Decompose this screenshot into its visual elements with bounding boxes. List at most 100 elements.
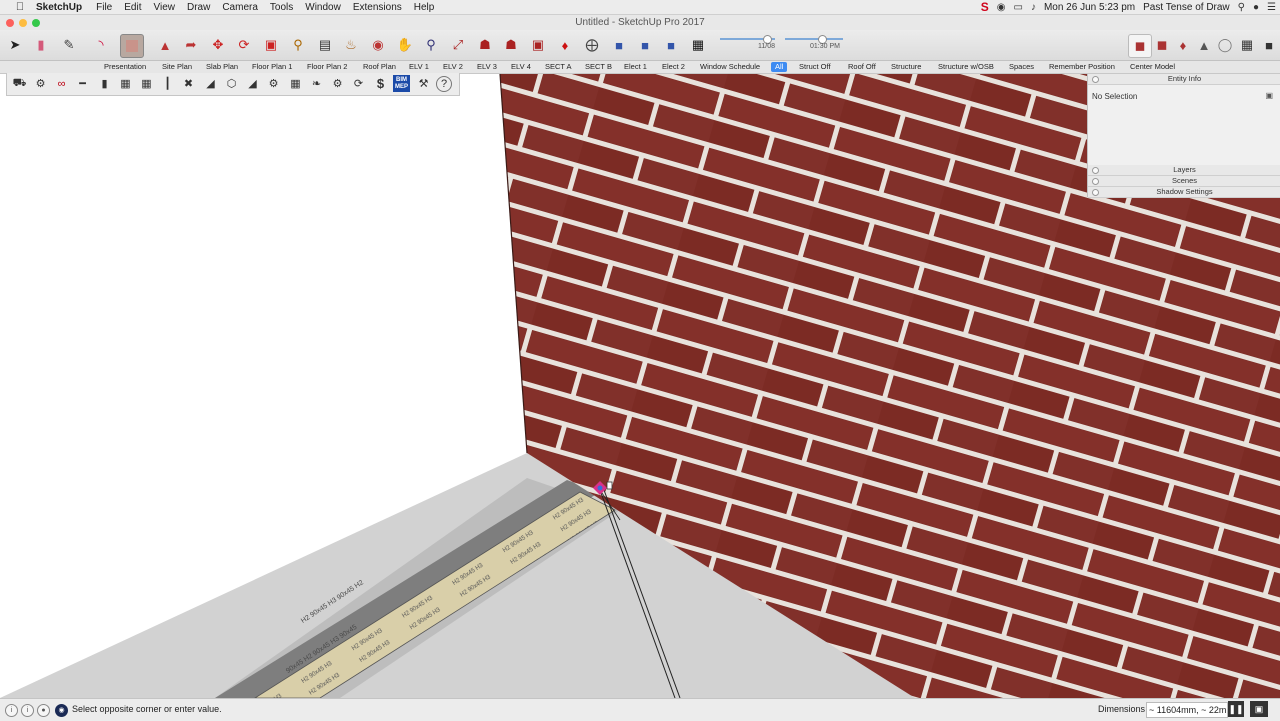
tab-floor-plan-1[interactable]: Floor Plan 1 [248, 62, 296, 72]
column-icon[interactable]: ┃ [159, 75, 176, 92]
view-monochrome-icon[interactable]: ▦ [1236, 34, 1258, 56]
menu-tools[interactable]: Tools [270, 2, 293, 13]
view-wireframe-icon[interactable]: ◼ [1151, 34, 1173, 56]
tab-structure[interactable]: Structure [887, 62, 925, 72]
menu-window[interactable]: Window [305, 2, 341, 13]
text-tool-icon[interactable]: ▤ [314, 34, 336, 56]
push-pull-tool-icon[interactable]: ▲ [154, 34, 176, 56]
view-iso-icon[interactable]: ■ [608, 34, 630, 56]
wrench-icon[interactable]: ⚒ [415, 75, 432, 92]
share-model-icon[interactable]: ☗ [500, 34, 522, 56]
rectangle-tool-icon[interactable] [120, 34, 144, 58]
pause-icon[interactable]: ❚❚ [1228, 701, 1244, 717]
menu-edit[interactable]: Edit [124, 2, 141, 13]
tab-sect-a[interactable]: SECT A [541, 62, 576, 72]
tab-elv-2[interactable]: ELV 2 [439, 62, 467, 72]
tab-all[interactable]: All [771, 62, 788, 72]
user-icon[interactable]: ● [37, 704, 50, 717]
hexagon-icon[interactable]: ⬡ [223, 75, 240, 92]
tab-roof-off[interactable]: Roof Off [844, 62, 880, 72]
tab-sect-b[interactable]: SECT B [581, 62, 616, 72]
beam-icon[interactable]: ━ [74, 75, 91, 92]
tab-floor-plan-2[interactable]: Floor Plan 2 [303, 62, 351, 72]
sketchup-s-icon[interactable]: S [981, 0, 989, 14]
rotate-tool-icon[interactable]: ⟳ [233, 34, 255, 56]
menu-file[interactable]: File [96, 2, 112, 13]
document-cog-icon[interactable]: ⚙ [32, 75, 49, 92]
close-window-icon[interactable] [6, 19, 14, 27]
bim-mep-button[interactable]: BIM MEP [393, 75, 410, 92]
scenes-header[interactable]: Scenes [1088, 176, 1280, 187]
volume-icon[interactable]: ♪ [1031, 2, 1036, 13]
style-icon[interactable]: ▦ [687, 34, 709, 56]
move-tool-icon[interactable]: ✥ [207, 34, 229, 56]
ruby-icon[interactable]: ♦ [554, 34, 576, 56]
tab-structure-w-osb[interactable]: Structure w/OSB [934, 62, 998, 72]
select-tool-icon[interactable]: ➤ [4, 34, 26, 56]
dollar-icon[interactable]: $ [372, 75, 389, 92]
menu-extensions[interactable]: Extensions [353, 2, 402, 13]
notification-center-icon[interactable]: ☰ [1267, 2, 1276, 13]
spotlight-icon[interactable]: ⚲ [1238, 2, 1245, 13]
leaf-icon[interactable]: ❧ [308, 75, 325, 92]
angle-icon[interactable]: ◢ [202, 75, 219, 92]
help-icon[interactable]: ? [436, 76, 452, 92]
siri-icon[interactable]: ● [1253, 2, 1259, 13]
app-menu[interactable]: SketchUp [36, 2, 82, 13]
door-icon[interactable]: ▮ [96, 75, 113, 92]
menu-camera[interactable]: Camera [222, 2, 258, 13]
refresh-icon[interactable]: ⟳ [350, 75, 367, 92]
view-shaded-texture-icon[interactable]: ◯ [1214, 34, 1236, 56]
wall-frame-icon[interactable]: ▦ [138, 75, 155, 92]
view-back-icon[interactable]: ■ [1258, 34, 1280, 56]
tab-remember-position[interactable]: Remember Position [1045, 62, 1119, 72]
view-hidden-line-icon[interactable]: ♦ [1172, 34, 1194, 56]
picture-in-picture-icon[interactable]: ▣ [1250, 701, 1268, 717]
line-tool-icon[interactable]: ✎ [58, 34, 80, 56]
wifi-icon[interactable]: ◉ [997, 2, 1006, 13]
tab-elv-3[interactable]: ELV 3 [473, 62, 501, 72]
pipe-icon[interactable]: ∞ [53, 75, 70, 92]
tape-measure-tool-icon[interactable]: ⚲ [287, 34, 309, 56]
tab-window-schedule[interactable]: Window Schedule [696, 62, 764, 72]
tab-elv-4[interactable]: ELV 4 [507, 62, 535, 72]
scale-tool-icon[interactable]: ▣ [260, 34, 282, 56]
airplay-icon[interactable]: ▭ [1014, 2, 1023, 13]
tab-presentation[interactable]: Presentation [100, 62, 150, 72]
roof-icon[interactable]: ◢ [244, 75, 261, 92]
window-icon[interactable]: ▦ [117, 75, 134, 92]
tab-elv-1[interactable]: ELV 1 [405, 62, 433, 72]
instructor-icon[interactable]: ◉ [55, 704, 68, 717]
eraser-tool-icon[interactable]: ▮ [30, 34, 52, 56]
menu-draw[interactable]: Draw [187, 2, 210, 13]
warehouse-icon[interactable]: ☗ [474, 34, 496, 56]
grid-icon[interactable]: ▦ [287, 75, 304, 92]
zoom-tool-icon[interactable]: ⚲ [420, 34, 442, 56]
joist-icon[interactable]: ✖ [180, 75, 197, 92]
tab-center-model[interactable]: Center Model [1126, 62, 1179, 72]
paint-bucket-tool-icon[interactable]: ♨ [340, 34, 362, 56]
pan-tool-icon[interactable]: ✋ [394, 34, 416, 56]
menu-help[interactable]: Help [414, 2, 435, 13]
arc-tool-icon[interactable]: ◝ [90, 34, 112, 56]
shadow-time-slider[interactable] [785, 38, 843, 40]
tab-spaces[interactable]: Spaces [1005, 62, 1038, 72]
measurement-box[interactable]: ~ 11604mm, ~ 22mm [1146, 702, 1228, 718]
lock-icon[interactable]: ▣ [1265, 91, 1273, 100]
follow-me-tool-icon[interactable]: ➦ [180, 34, 202, 56]
gear-cluster-icon[interactable]: ⚙ [265, 75, 282, 92]
entity-info-header[interactable]: Entity Info [1088, 74, 1280, 85]
fire-truck-icon[interactable]: ⛟ [11, 75, 28, 92]
tab-roof-plan[interactable]: Roof Plan [359, 62, 400, 72]
minimize-window-icon[interactable] [19, 19, 27, 27]
tab-elect-2[interactable]: Elect 2 [658, 62, 689, 72]
view-top-icon[interactable]: ■ [634, 34, 656, 56]
cog-icon[interactable]: ⚙ [329, 75, 346, 92]
view-shaded-icon[interactable]: ▲ [1193, 34, 1215, 56]
view-front-icon[interactable]: ■ [660, 34, 682, 56]
clock[interactable]: Mon 26 Jun 5:23 pm [1044, 2, 1135, 13]
section-plane-icon[interactable]: ⨁ [581, 34, 603, 56]
view-xray-icon[interactable]: ◼ [1128, 34, 1152, 58]
tab-site-plan[interactable]: Site Plan [158, 62, 196, 72]
geolocation-icon[interactable]: i [5, 704, 18, 717]
